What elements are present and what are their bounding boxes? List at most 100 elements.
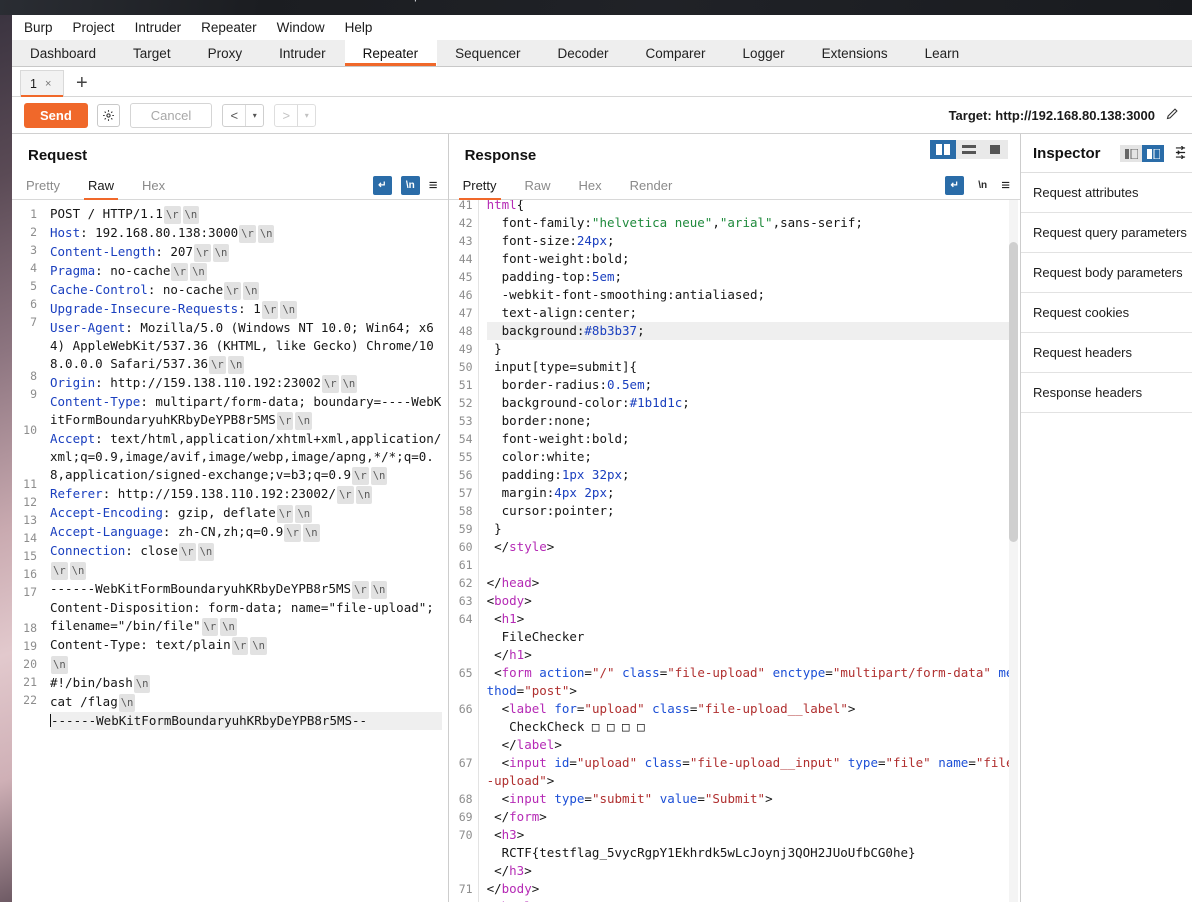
- response-line: html{: [486, 200, 525, 212]
- response-line: <h1> FileChecker </h1>: [486, 611, 585, 662]
- control-char: \n: [370, 467, 388, 485]
- menu-item-window[interactable]: Window: [267, 18, 335, 37]
- request-subtab-bar: Pretty Raw Hex ↵ \n ≡: [12, 172, 448, 200]
- request-editor-tools: ↵ \n ≡: [372, 172, 448, 199]
- line-number: 19: [23, 639, 37, 653]
- tab-repeater[interactable]: Repeater: [344, 40, 438, 66]
- request-code[interactable]: POST / HTTP/1.1 \r \n Host: 192.168.80.138:…: [42, 200, 448, 902]
- tab-sequencer[interactable]: Sequencer: [437, 40, 539, 66]
- tab-decoder[interactable]: Decoder: [539, 40, 627, 66]
- inspector-section-request-headers[interactable]: Request headers: [1021, 333, 1192, 373]
- response-scrollbar-thumb[interactable]: [1009, 242, 1018, 542]
- menu-item-burp[interactable]: Burp: [14, 18, 63, 37]
- editor-menu-icon[interactable]: ≡: [1001, 177, 1010, 194]
- layout-stacked-icon[interactable]: [956, 140, 982, 159]
- send-button[interactable]: Send: [24, 102, 88, 128]
- tab-proxy[interactable]: Proxy: [190, 40, 262, 66]
- inspector-collapse-icon[interactable]: [1120, 145, 1142, 162]
- tab-comparer[interactable]: Comparer: [628, 40, 725, 66]
- line-number: 17: [23, 585, 37, 599]
- desktop-title-fragment: l / | / /: [400, 0, 432, 2]
- line-number-cont: [449, 646, 473, 664]
- repeater-tab-1[interactable]: 1 ×: [20, 70, 64, 97]
- request-line: Accept: text/html,application/xhtml+xml,…: [50, 430, 442, 485]
- tab-learn[interactable]: Learn: [907, 40, 979, 66]
- cancel-button[interactable]: Cancel: [129, 102, 213, 128]
- response-line: border:none;: [486, 413, 592, 428]
- editor-menu-icon[interactable]: ≡: [429, 177, 438, 194]
- inspector-expand-icon[interactable]: [1142, 145, 1164, 162]
- line-number: 55: [458, 450, 473, 464]
- line-number: 47: [458, 306, 473, 320]
- header-name: Connection: [50, 543, 126, 558]
- inspector-section-response-headers[interactable]: Response headers: [1021, 373, 1192, 413]
- inspector-section-request-cookies[interactable]: Request cookies: [1021, 293, 1192, 333]
- tab-extensions[interactable]: Extensions: [804, 40, 907, 66]
- inspector-section-request-query-parameters[interactable]: Request query parameters: [1021, 213, 1192, 253]
- show-newlines-icon[interactable]: \n: [973, 176, 992, 195]
- word-wrap-icon[interactable]: ↵: [372, 176, 392, 195]
- response-subtab-bar: Pretty Raw Hex Render ↵ \n ≡: [448, 172, 1020, 200]
- inspector-section-request-attributes[interactable]: Request attributes: [1021, 173, 1192, 213]
- response-code[interactable]: html{ font-family:"helvetica neue","aria…: [479, 200, 1020, 902]
- desktop-background-top: l / | / /: [0, 0, 1192, 15]
- header-name: User-Agent: [50, 320, 126, 335]
- menu-bar: Burp Project Intruder Repeater Window Help: [12, 15, 1192, 40]
- inspector-settings-icon[interactable]: [1175, 145, 1186, 162]
- line-number-cont: [449, 682, 473, 700]
- layout-side-by-side-icon[interactable]: [930, 140, 956, 159]
- menu-item-project[interactable]: Project: [63, 18, 125, 37]
- response-line: border-radius:0.5em;: [486, 377, 653, 392]
- line-number-cont: [12, 349, 37, 367]
- response-tab-pretty[interactable]: Pretty: [449, 172, 511, 200]
- back-arrow-icon[interactable]: <: [223, 105, 245, 126]
- response-line: }: [486, 341, 502, 356]
- request-line: cat /flag \n: [50, 693, 442, 712]
- chevron-down-icon[interactable]: ▾: [298, 105, 315, 126]
- inspector-section-request-body-parameters[interactable]: Request body parameters: [1021, 253, 1192, 293]
- word-wrap-icon[interactable]: ↵: [945, 176, 965, 195]
- control-char: \r: [171, 263, 189, 281]
- add-tab-button[interactable]: +: [64, 73, 100, 96]
- response-line: <h3> RCTF{testflag_5vycRgpY1Ekhrdk5wLcJo…: [486, 827, 916, 878]
- layout-single-icon[interactable]: [982, 140, 1008, 159]
- response-line: <input id="upload" class="file-upload__i…: [486, 755, 1014, 788]
- control-char: \n: [302, 524, 320, 542]
- line-number: 65: [458, 666, 473, 680]
- request-editor[interactable]: 1234567 89 10 11 12 13 14 15 16 17 18 19 20 21 22 …: [12, 200, 448, 902]
- inspector-toggle-group: [1120, 145, 1164, 162]
- pencil-icon[interactable]: [1165, 106, 1180, 124]
- line-number-cont: [12, 457, 37, 475]
- burp-suite-window: l / | / / BurpProjectIntruderRepeaterWin…: [0, 0, 1192, 902]
- menu-item-help[interactable]: Help: [335, 18, 383, 37]
- response-tab-render[interactable]: Render: [616, 172, 687, 199]
- response-line: font-size:24px;: [486, 233, 615, 248]
- forward-nav-group[interactable]: > ▾: [274, 103, 317, 127]
- response-line: <input type="submit" value="Submit">: [486, 791, 773, 806]
- chevron-down-icon[interactable]: ▾: [246, 105, 263, 126]
- request-tab-hex[interactable]: Hex: [128, 172, 179, 199]
- response-line: font-family:"helvetica neue","arial",san…: [486, 215, 863, 230]
- forward-arrow-icon[interactable]: >: [275, 105, 297, 126]
- close-icon[interactable]: ×: [45, 78, 51, 90]
- response-editor[interactable]: 41 42 43 44 45 46 47 48 49 50 51 52 53 54 55 56 57 58 59 60…: [448, 200, 1020, 902]
- back-nav-group[interactable]: < ▾: [222, 103, 265, 127]
- tab-target[interactable]: Target: [115, 40, 190, 66]
- tab-intruder[interactable]: Intruder: [261, 40, 345, 66]
- request-line: Content-Disposition: form-data; name="fi…: [50, 599, 442, 636]
- line-number: 59: [458, 522, 473, 536]
- response-tab-hex[interactable]: Hex: [565, 172, 616, 199]
- control-char: \n: [133, 675, 151, 693]
- menu-item-repeater[interactable]: Repeater: [191, 18, 267, 37]
- control-char: \r: [224, 282, 241, 300]
- tab-dashboard[interactable]: Dashboard: [12, 40, 115, 66]
- tab-logger[interactable]: Logger: [725, 40, 804, 66]
- request-tab-pretty[interactable]: Pretty: [12, 172, 74, 199]
- gear-icon[interactable]: [96, 103, 120, 127]
- response-tab-raw[interactable]: Raw: [511, 172, 565, 199]
- menu-item-intruder[interactable]: Intruder: [125, 18, 192, 37]
- request-tab-raw[interactable]: Raw: [74, 172, 128, 200]
- show-newlines-icon[interactable]: \n: [400, 176, 420, 195]
- request-line: Accept-Language: zh-CN,zh;q=0.9 \r \n: [50, 523, 442, 542]
- control-char: \n: [250, 637, 267, 655]
